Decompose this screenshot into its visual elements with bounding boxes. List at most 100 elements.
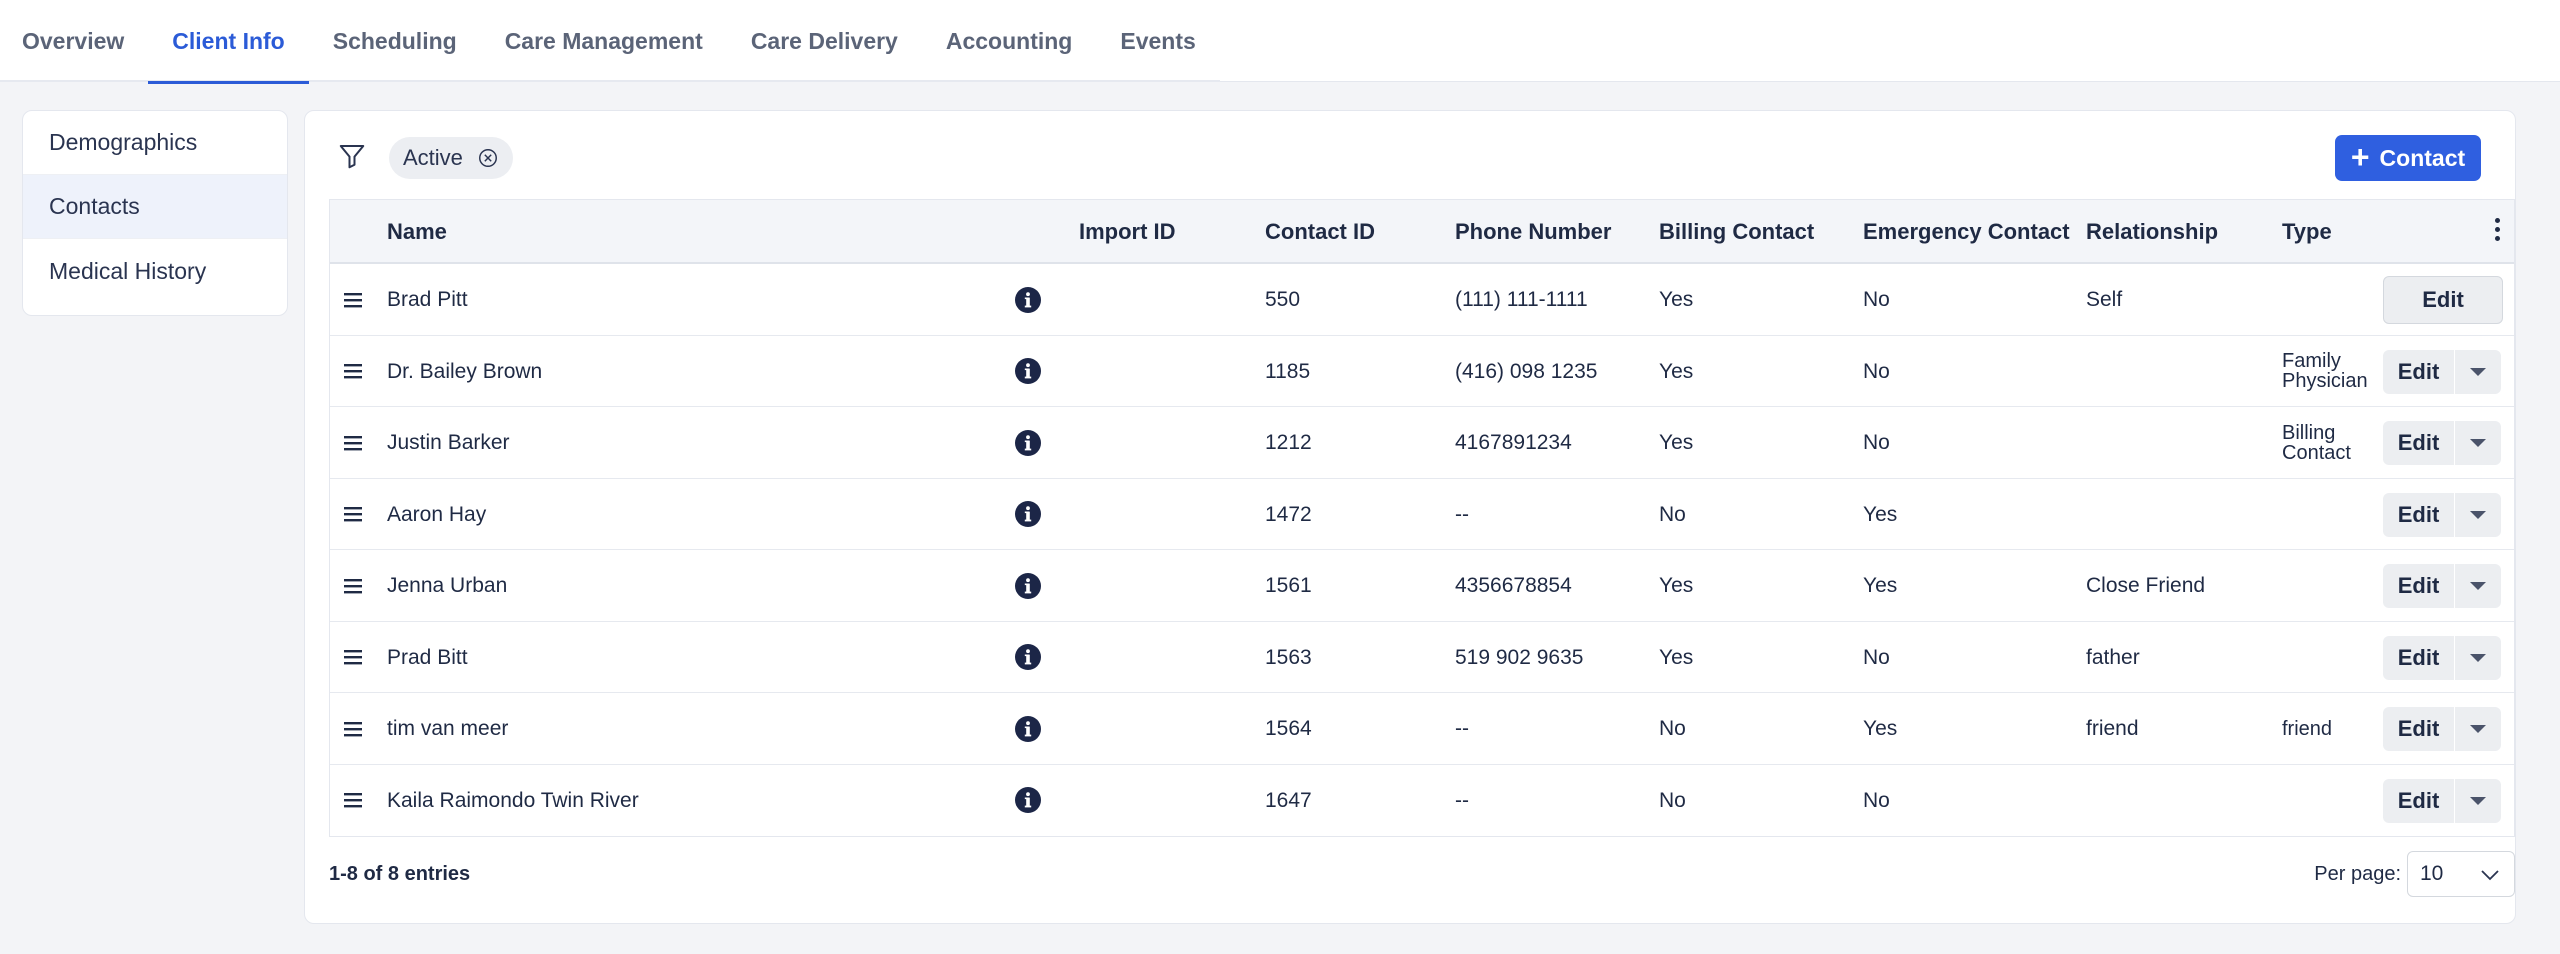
info-icon[interactable] — [1014, 407, 1042, 478]
info-icon[interactable] — [1014, 479, 1042, 550]
info-icon[interactable] — [1014, 765, 1042, 836]
cell-contact-id: 1212 — [1265, 431, 1312, 454]
edit-button[interactable]: Edit — [2383, 349, 2455, 394]
edit-split-button: Edit — [2383, 492, 2501, 537]
cell-contact-id: 1185 — [1265, 359, 1311, 383]
edit-button[interactable]: Edit — [2383, 778, 2455, 823]
top-navigation: Overview Client Info Scheduling Care Man… — [0, 0, 2560, 84]
sidebar-item-demographics[interactable]: Demographics — [23, 111, 287, 175]
info-icon[interactable] — [1014, 550, 1042, 621]
cell-type-line: friend — [2282, 717, 2333, 740]
filter-chip-label: Active — [403, 145, 463, 170]
column-header-emergency-contact[interactable]: Emergency Contact — [1863, 200, 2070, 264]
cell-name: Aaron Hay — [387, 502, 487, 526]
table-row: Aaron Hay 1472 -- No Yes Edit — [330, 479, 2514, 550]
cell-contact-id: 1472 — [1265, 502, 1312, 526]
tab-care-management[interactable]: Care Management — [481, 0, 727, 82]
cell-phone-number: 4356678854 — [1455, 574, 1572, 597]
cell-contact-id: 1561 — [1265, 574, 1312, 597]
table-row: Prad Bitt 1563 519 902 9635 Yes No father Edit — [330, 622, 2514, 693]
cell-phone-number: -- — [1455, 717, 1469, 740]
cell-name: Kaila Raimondo Twin River — [387, 788, 639, 812]
cell-billing-contact: No — [1659, 502, 1686, 526]
edit-button[interactable]: Edit — [2383, 564, 2455, 608]
drag-handle-icon[interactable] — [342, 693, 364, 764]
caret-down-icon[interactable] — [2455, 707, 2501, 751]
per-page-label: Per page: — [2314, 863, 2401, 885]
edit-split-button: Edit — [2383, 707, 2501, 751]
tab-client-info[interactable]: Client Info — [148, 0, 310, 84]
cell-billing-contact: Yes — [1659, 359, 1694, 383]
cell-name: Jenna Urban — [387, 574, 508, 597]
cell-contact-id: 1647 — [1265, 788, 1312, 812]
entries-count: 1-8 of 8 entries — [329, 863, 471, 885]
column-options-icon[interactable] — [2492, 218, 2502, 246]
edit-split-button: Edit — [2383, 635, 2501, 680]
chevron-down-icon — [2481, 870, 2499, 881]
drag-handle-icon[interactable] — [342, 336, 364, 407]
cell-relationship: Close Friend — [2086, 574, 2206, 597]
edit-button[interactable]: Edit — [2383, 635, 2455, 680]
info-icon[interactable] — [1014, 336, 1042, 407]
caret-down-icon[interactable] — [2455, 636, 2501, 680]
tab-events[interactable]: Events — [1096, 0, 1219, 82]
drag-handle-icon[interactable] — [342, 407, 364, 478]
tab-scheduling[interactable]: Scheduling — [309, 0, 481, 82]
cell-billing-contact: Yes — [1659, 431, 1694, 454]
drag-handle-icon[interactable] — [342, 479, 364, 550]
cell-emergency-contact: Yes — [1863, 502, 1898, 526]
info-icon[interactable] — [1014, 264, 1042, 335]
column-header-import-id[interactable]: Import ID — [1079, 200, 1176, 264]
drag-handle-icon[interactable] — [342, 264, 364, 335]
column-header-name[interactable]: Name — [387, 200, 447, 264]
edit-button[interactable]: Edit — [2383, 492, 2455, 537]
cell-phone-number: 4167891234 — [1455, 431, 1572, 454]
table-row: Dr. Bailey Brown 1185 (416) 098 1235 Yes No F… — [330, 336, 2514, 407]
info-icon[interactable] — [1014, 622, 1042, 693]
table-header: Name Import ID Contact ID Phone Number B… — [330, 200, 2514, 264]
table-row: Kaila Raimondo Twin River 1647 -- No No Edit — [330, 765, 2514, 837]
drag-handle-icon[interactable] — [342, 622, 364, 693]
edit-button[interactable]: Edit — [2383, 276, 2503, 324]
edit-button[interactable]: Edit — [2383, 707, 2455, 751]
caret-down-icon[interactable] — [2455, 779, 2501, 823]
drag-handle-icon[interactable] — [342, 550, 364, 621]
cell-type-line: Billing — [2282, 421, 2336, 444]
column-header-phone-number[interactable]: Phone Number — [1455, 200, 1611, 264]
tab-overview[interactable]: Overview — [0, 0, 148, 82]
cell-contact-id: 550 — [1265, 288, 1301, 311]
cell-relationship: father — [2086, 645, 2140, 669]
add-contact-button[interactable]: + Contact — [2335, 135, 2481, 181]
filter-icon[interactable] — [337, 141, 367, 171]
sidebar-item-medical-history[interactable]: Medical History — [23, 239, 287, 303]
edit-button[interactable]: Edit — [2383, 421, 2455, 465]
cell-emergency-contact: No — [1863, 288, 1890, 311]
cell-phone-number: -- — [1455, 788, 1469, 812]
cell-emergency-contact: No — [1863, 431, 1890, 454]
column-header-relationship[interactable]: Relationship — [2086, 200, 2218, 264]
tab-accounting[interactable]: Accounting — [922, 0, 1097, 82]
column-header-billing-contact[interactable]: Billing Contact — [1659, 200, 1814, 264]
remove-filter-icon[interactable] — [477, 147, 499, 169]
per-page-select[interactable]: 10 — [2407, 851, 2515, 897]
column-header-type[interactable]: Type — [2282, 200, 2332, 264]
caret-down-icon[interactable] — [2455, 493, 2501, 537]
cell-type-line: Contact — [2282, 441, 2351, 464]
tab-care-delivery[interactable]: Care Delivery — [727, 0, 922, 82]
contacts-panel: Active + Contact Name Import ID Contact … — [304, 110, 2516, 924]
table-row: Brad Pitt 550 (111) 111-1111 Yes No Self Edit — [330, 264, 2514, 336]
column-header-contact-id[interactable]: Contact ID — [1265, 200, 1375, 264]
cell-contact-id: 1563 — [1265, 645, 1312, 669]
caret-down-icon[interactable] — [2455, 421, 2501, 465]
cell-type: Billing Contact — [2282, 407, 2351, 478]
info-icon[interactable] — [1014, 693, 1042, 764]
tab-bar: Overview Client Info Scheduling Care Man… — [0, 0, 1220, 84]
drag-handle-icon[interactable] — [342, 765, 364, 836]
caret-down-icon[interactable] — [2455, 350, 2501, 394]
edit-split-button: Edit — [2383, 778, 2501, 823]
edit-split-button: Edit — [2383, 421, 2501, 465]
edit-split-button: Edit — [2383, 349, 2501, 394]
caret-down-icon[interactable] — [2455, 564, 2501, 608]
sidebar-item-contacts[interactable]: Contacts — [23, 175, 287, 239]
table-body: Brad Pitt 550 (111) 111-1111 Yes No Self Edit D… — [330, 264, 2514, 836]
